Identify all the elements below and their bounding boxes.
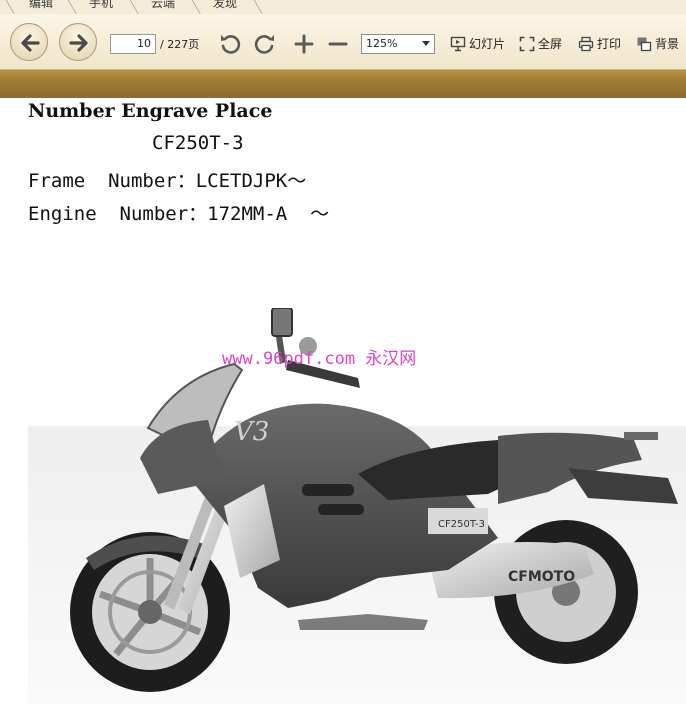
rotate-left-button[interactable] bbox=[218, 32, 242, 56]
plus-icon bbox=[294, 34, 314, 54]
fullscreen-button[interactable]: 全屏 bbox=[519, 36, 565, 52]
background-label: 背景 bbox=[655, 37, 680, 51]
reader-toolbar: 10 / 227页 125% 幻灯片 全屏 打印 背景 bbox=[0, 14, 686, 70]
tab-phone[interactable]: 手机 bbox=[78, 0, 124, 14]
rotate-right-icon bbox=[254, 35, 274, 54]
minus-icon bbox=[328, 42, 348, 46]
back-button[interactable] bbox=[10, 23, 48, 61]
tab-discover-label: 发现 bbox=[212, 0, 237, 10]
tab-cloud-label: 云端 bbox=[150, 0, 175, 10]
zoom-select[interactable]: 125% bbox=[361, 34, 435, 54]
rotate-left-icon bbox=[221, 35, 241, 54]
chevron-down-icon bbox=[422, 41, 430, 46]
printer-icon bbox=[578, 36, 594, 52]
page-number-input[interactable]: 10 bbox=[110, 34, 156, 54]
forward-button[interactable] bbox=[59, 23, 97, 61]
page-total: / 227页 bbox=[160, 38, 200, 51]
tab-edit-label: 编辑 bbox=[28, 0, 53, 10]
zoom-value: 125% bbox=[366, 37, 398, 50]
background-icon bbox=[637, 37, 652, 52]
tab-phone-label: 手机 bbox=[88, 0, 113, 10]
background-button[interactable]: 背景 bbox=[636, 36, 684, 52]
fairing-logo: V3 bbox=[234, 417, 269, 447]
tab-discover[interactable]: 发现 bbox=[202, 0, 248, 14]
brand-text: CFMOTO bbox=[508, 569, 575, 585]
tab-edit[interactable]: 编辑 bbox=[18, 0, 64, 14]
viewer-band bbox=[0, 70, 686, 98]
model-decal: CF250T-3 bbox=[438, 519, 485, 530]
model-line: CF250T-3 bbox=[152, 132, 244, 154]
slideshow-label: 幻灯片 bbox=[469, 37, 506, 51]
slideshow-button[interactable]: 幻灯片 bbox=[450, 36, 508, 52]
fullscreen-icon bbox=[519, 36, 535, 52]
tab-separator bbox=[188, 0, 201, 14]
zoom-in-button[interactable] bbox=[292, 32, 316, 56]
engine-number-line: Engine Number：172MM-A ～ bbox=[28, 203, 330, 225]
frame-number-line: Frame Number：LCETDJPK～ bbox=[28, 170, 307, 192]
arrow-right-icon bbox=[69, 34, 88, 52]
watermark-text: www.96pdf.com 永汉网 bbox=[222, 349, 417, 369]
tab-separator bbox=[126, 0, 139, 14]
slideshow-icon bbox=[450, 36, 466, 52]
tab-strip: 编辑 手机 云端 发现 bbox=[0, 0, 686, 14]
print-label: 打印 bbox=[597, 37, 622, 51]
print-button[interactable]: 打印 bbox=[578, 36, 624, 52]
document-page: Number Engrave Place CF250T-3 Frame Numb… bbox=[0, 98, 686, 704]
zoom-out-button[interactable] bbox=[326, 32, 350, 56]
fullscreen-label: 全屏 bbox=[538, 37, 563, 51]
tab-separator bbox=[64, 0, 77, 14]
tab-cloud[interactable]: 云端 bbox=[140, 0, 186, 14]
arrow-left-icon bbox=[21, 34, 40, 52]
tab-separator bbox=[2, 0, 15, 14]
page-heading: Number Engrave Place bbox=[28, 100, 273, 122]
rotate-right-button[interactable] bbox=[253, 32, 277, 56]
tab-separator bbox=[250, 0, 263, 14]
